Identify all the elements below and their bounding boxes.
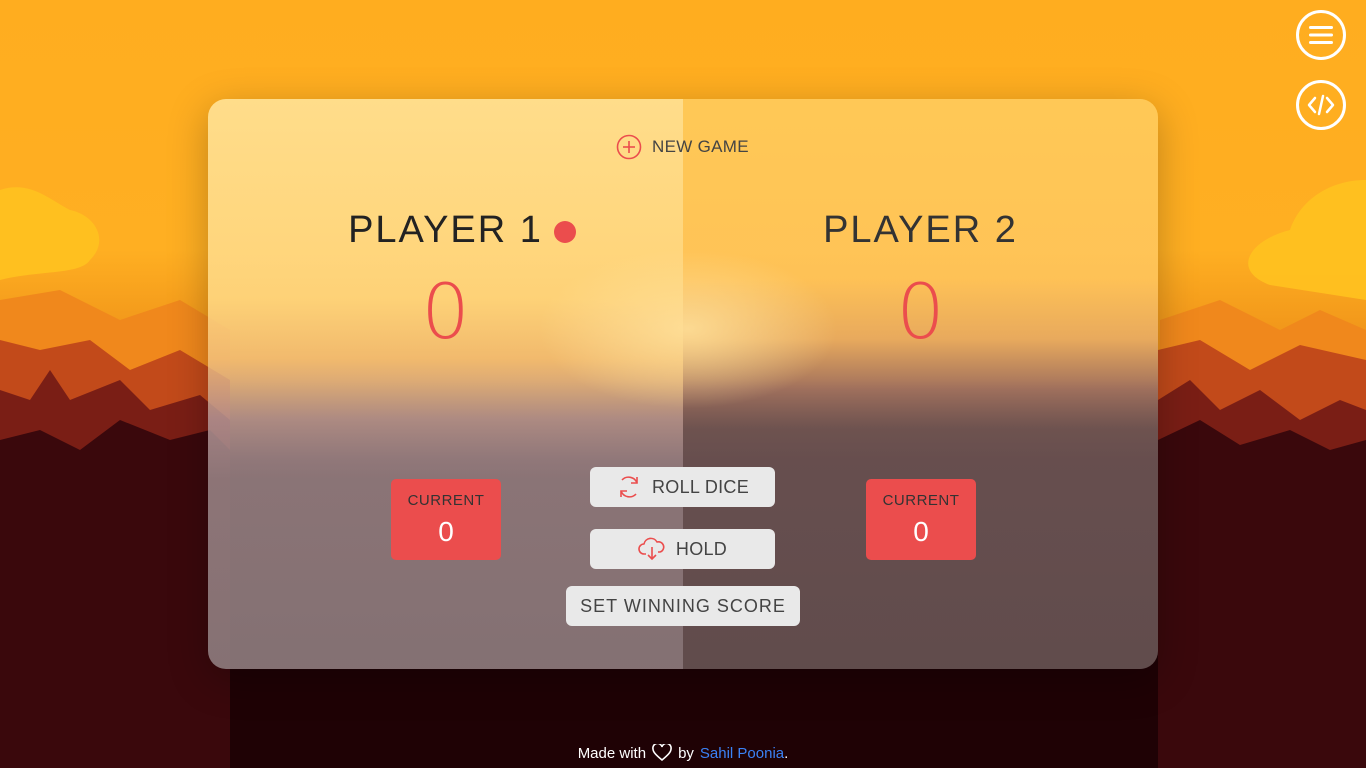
player-2-score: 0: [896, 267, 945, 356]
player-1-name: PLAYER 1: [348, 209, 543, 251]
hold-label: HOLD: [675, 538, 728, 559]
current-label: CURRENT: [882, 492, 960, 509]
heart-icon: [652, 744, 672, 762]
player-2-current-box: CURRENT 0: [866, 479, 976, 560]
player-1-current-box: CURRENT 0: [391, 479, 501, 560]
footer-period: .: [784, 744, 789, 762]
roll-dice-button[interactable]: ROLL DICE: [590, 467, 775, 507]
player-2-name: PLAYER 2: [823, 209, 1018, 251]
code-icon: [1307, 94, 1335, 116]
current-label: CURRENT: [407, 492, 485, 509]
source-code-button[interactable]: [1296, 80, 1346, 130]
footer-made-with: Made with: [577, 744, 647, 762]
footer-by: by: [678, 744, 694, 762]
roll-dice-label: ROLL DICE: [651, 476, 750, 497]
hold-button[interactable]: HOLD: [590, 529, 775, 569]
menu-button[interactable]: [1296, 10, 1346, 60]
active-player-indicator: [554, 221, 576, 243]
set-winning-score-label: SET WINNING SCORE: [580, 595, 786, 616]
new-game-label: NEW GAME: [652, 137, 749, 156]
game-panel: NEW GAME PLAYER 1 PLAYER 2 0 0 CURRENT 0…: [208, 99, 1158, 669]
footer: Made with by Sahil Poonia.: [0, 744, 1366, 762]
plus-circle-icon: [616, 134, 642, 160]
player-1-score: 0: [421, 267, 470, 356]
refresh-icon: [620, 476, 638, 498]
set-winning-score-button[interactable]: SET WINNING SCORE: [566, 586, 800, 626]
player-1-current-value: 0: [438, 516, 454, 547]
player-2-current-value: 0: [913, 516, 929, 547]
menu-icon: [1309, 26, 1333, 44]
author-link[interactable]: Sahil Poonia: [700, 745, 784, 762]
cloud-download-icon: [638, 537, 665, 561]
new-game-button[interactable]: NEW GAME: [616, 133, 749, 161]
